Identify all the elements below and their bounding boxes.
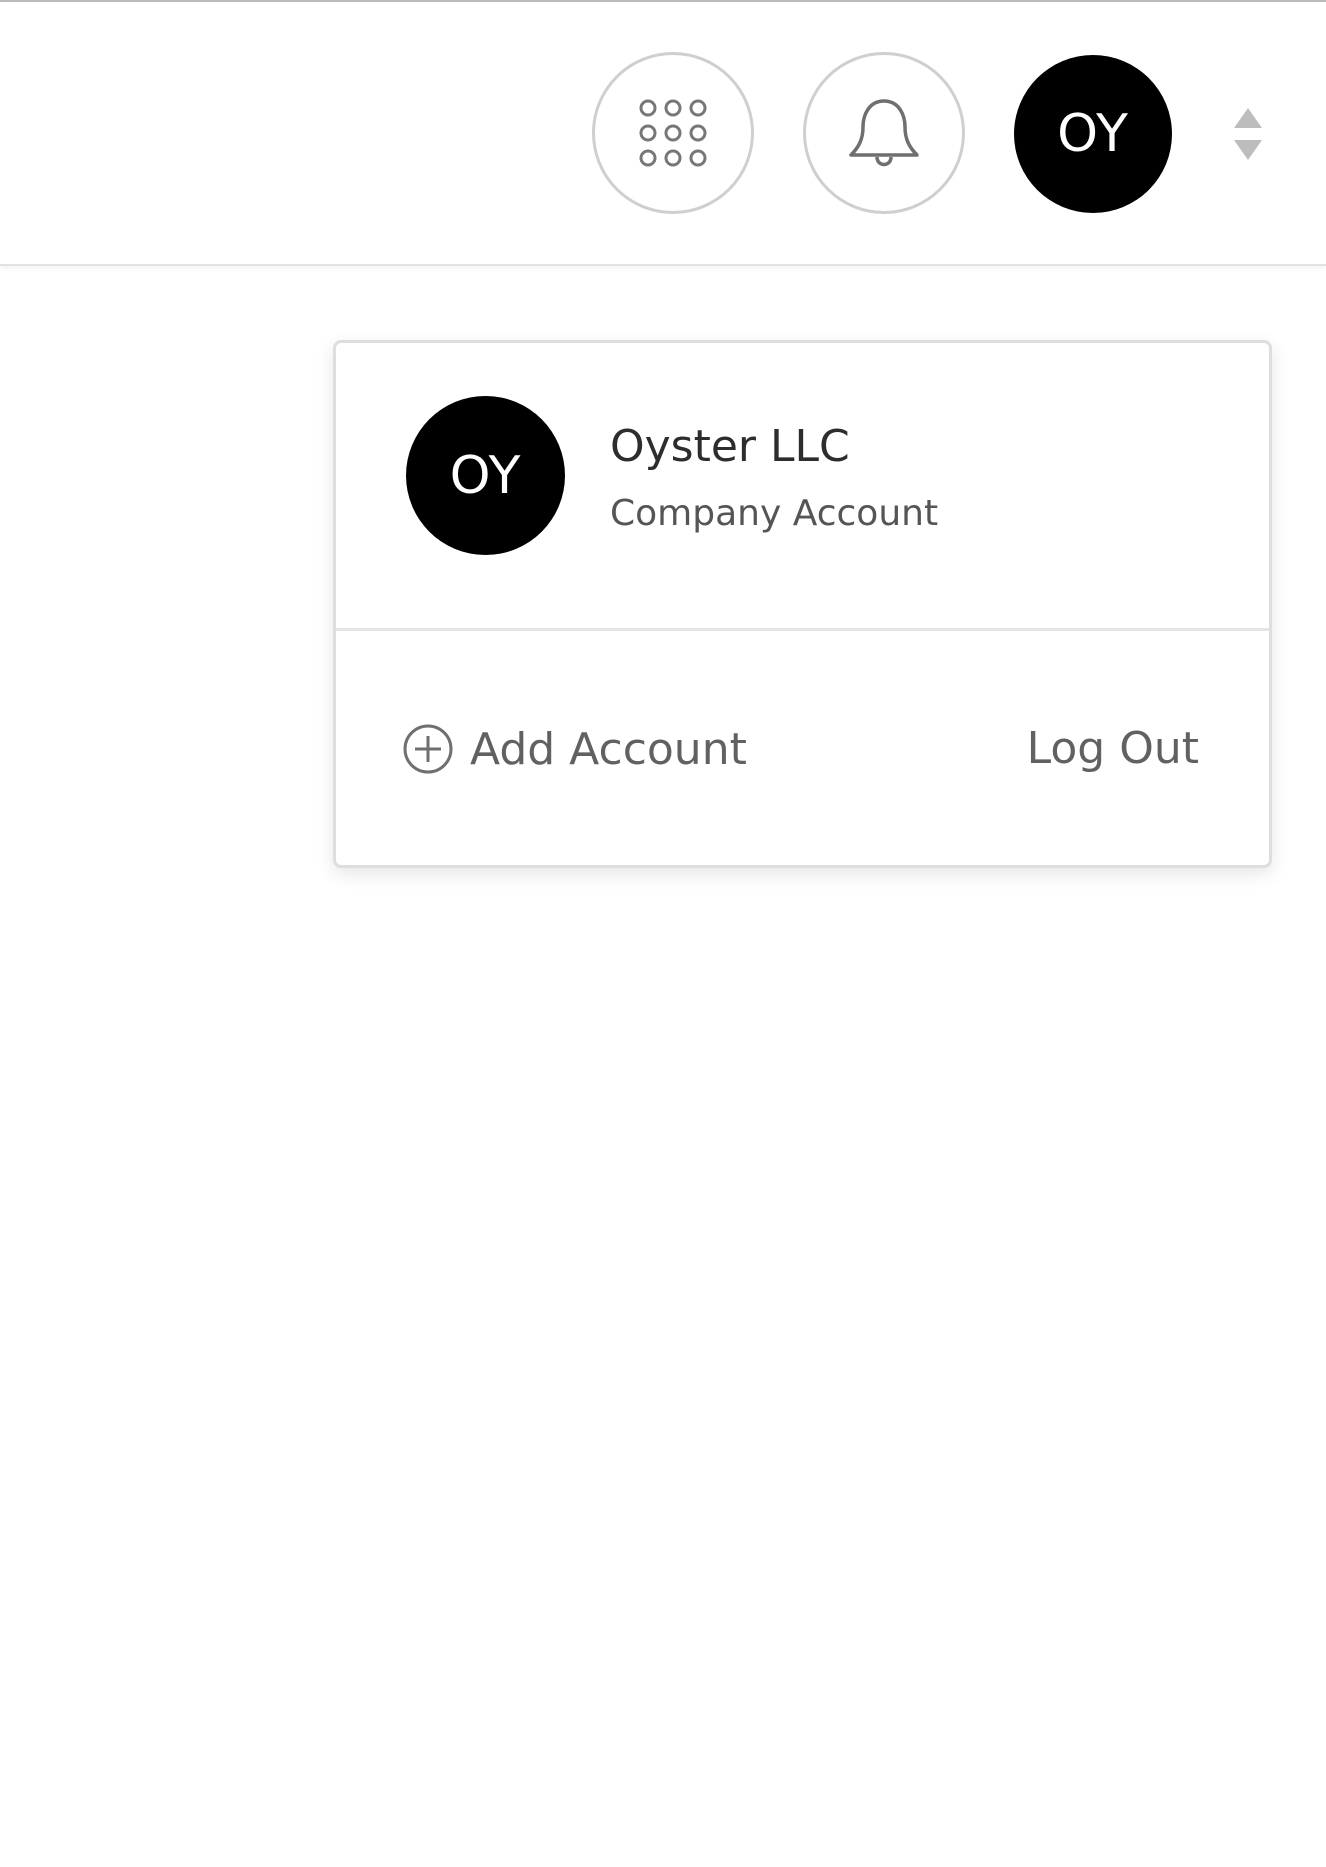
avatar-initials: OY <box>1057 104 1129 164</box>
account-item-oyster[interactable]: OY Oyster LLC Company Account <box>336 343 1269 631</box>
plus-circle-icon <box>403 724 453 774</box>
apps-button[interactable] <box>592 52 754 214</box>
account-menu-toggle[interactable] <box>1232 106 1264 162</box>
apps-grid-icon <box>639 99 707 167</box>
add-account-label: Add Account <box>470 723 747 775</box>
dropdown-avatar-initials: OY <box>449 445 522 506</box>
account-type: Company Account <box>610 493 939 534</box>
account-name: Oyster LLC <box>610 421 850 472</box>
add-account-button[interactable]: Add Account <box>402 719 747 779</box>
bell-icon <box>849 99 919 167</box>
sort-arrows-icon <box>1234 108 1262 160</box>
account-dropdown: OY Oyster LLC Company Account Add Accoun… <box>333 340 1272 868</box>
notifications-button[interactable] <box>803 52 965 214</box>
logout-link[interactable]: Log Out <box>1027 723 1199 774</box>
avatar: OY <box>406 396 565 555</box>
profile-avatar-button[interactable]: OY <box>1014 55 1172 213</box>
top-header: OY <box>0 2 1326 266</box>
